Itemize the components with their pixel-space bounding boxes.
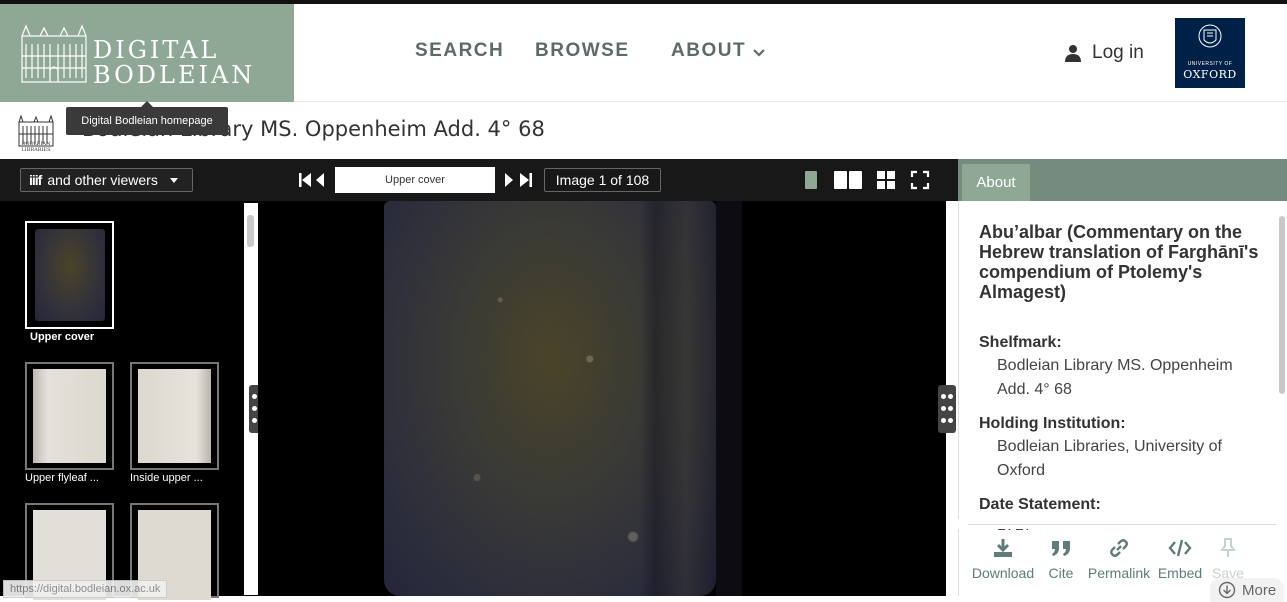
thumbnail-inside-upper[interactable] bbox=[130, 362, 219, 470]
permalink-label: Permalink bbox=[1087, 565, 1151, 581]
oxford-university-of: UNIVERSITY OF bbox=[1187, 61, 1233, 67]
cite-button[interactable]: Cite bbox=[1043, 537, 1079, 581]
permalink-button[interactable]: Permalink bbox=[1085, 537, 1153, 581]
holding-institution-value: Bodleian Libraries, University of Oxford bbox=[997, 438, 1222, 479]
code-icon bbox=[1168, 539, 1192, 557]
save-button[interactable]: Save bbox=[1210, 537, 1246, 581]
bodleian-building-icon bbox=[21, 24, 87, 83]
quote-icon bbox=[1052, 541, 1070, 556]
thumbnail-upper-flyleaf[interactable] bbox=[25, 362, 114, 470]
logo-line-digital: DIGITAL bbox=[93, 36, 220, 64]
oxford-name: OXFORD bbox=[1183, 68, 1237, 81]
nav-search[interactable]: SEARCH bbox=[415, 40, 504, 62]
about-scrollbar-thumb[interactable] bbox=[1279, 216, 1285, 394]
link-icon bbox=[1110, 539, 1128, 557]
download-button[interactable]: Download bbox=[969, 537, 1037, 581]
two-page-view-icon[interactable] bbox=[833, 170, 865, 190]
thumbnail-label: Upper flyleaf ... bbox=[25, 472, 99, 484]
holding-institution-label: Holding Institution: bbox=[979, 415, 1126, 432]
download-label: Download bbox=[971, 565, 1035, 581]
more-label: More bbox=[1242, 581, 1277, 599]
app-root: DIGITAL BODLEIAN SEARCH BROWSE ABOUT Log… bbox=[0, 0, 1287, 602]
download-icon bbox=[994, 539, 1012, 557]
user-icon bbox=[1065, 45, 1081, 62]
login-link[interactable]: Log in bbox=[1064, 42, 1144, 64]
thumbnail-label: Inside upper ... bbox=[130, 472, 203, 484]
login-label: Log in bbox=[1092, 42, 1144, 63]
shelfmark-value: Bodleian Library MS. Oppenheim Add. 4° 6… bbox=[997, 357, 1233, 398]
viewer-menu-button[interactable]: iiif and other viewers bbox=[20, 168, 193, 192]
date-statement-label: Date Statement: bbox=[979, 496, 1101, 513]
caret-down-icon bbox=[169, 177, 178, 183]
pin-icon bbox=[1220, 538, 1236, 557]
bodleian-libraries-logo-text: BODLEIAN LIBRARIES bbox=[21, 141, 51, 153]
thumbnail-upper-cover[interactable] bbox=[25, 221, 114, 329]
last-page-icon[interactable] bbox=[517, 171, 533, 189]
viewer-menu-label: and other viewers bbox=[47, 172, 158, 188]
first-page-icon[interactable] bbox=[298, 171, 314, 189]
iiif-icon: iiif bbox=[29, 172, 42, 188]
nav-browse[interactable]: BROWSE bbox=[535, 40, 630, 62]
tab-about[interactable]: About bbox=[962, 164, 1030, 201]
thumbnail-label: Upper cover bbox=[30, 331, 95, 343]
single-page-view-icon[interactable] bbox=[801, 170, 821, 190]
manuscript-image-edge bbox=[716, 201, 742, 596]
item-title: Abu’albar (Commentary on the Hebrew tran… bbox=[979, 222, 1259, 302]
next-page-icon[interactable] bbox=[501, 171, 517, 189]
chevron-down-icon[interactable] bbox=[752, 46, 766, 60]
right-panel-resize-handle[interactable] bbox=[938, 385, 956, 433]
fullscreen-icon[interactable] bbox=[910, 170, 930, 190]
page-label-input[interactable] bbox=[335, 167, 495, 193]
manuscript-image-shade bbox=[640, 201, 716, 596]
arrow-down-circle-icon bbox=[1218, 581, 1236, 599]
header-divider bbox=[294, 101, 1287, 102]
logo-wordmark: DIGITAL BODLEIAN bbox=[93, 38, 255, 88]
previous-page-icon[interactable] bbox=[313, 171, 329, 189]
homepage-tooltip: Digital Bodleian homepage bbox=[66, 107, 228, 135]
nav-about[interactable]: ABOUT bbox=[671, 40, 746, 62]
embed-label: Embed bbox=[1157, 565, 1203, 581]
logo-line-bodleian: BODLEIAN bbox=[93, 61, 256, 89]
gallery-view-icon[interactable] bbox=[876, 170, 896, 190]
status-bar-url: https://digital.bodleian.ox.ac.uk bbox=[3, 580, 168, 598]
university-of-oxford-logo[interactable]: UNIVERSITY OF OXFORD bbox=[1175, 18, 1245, 88]
cite-label: Cite bbox=[1048, 565, 1074, 581]
actions-divider bbox=[968, 524, 1276, 525]
image-count: Image 1 of 108 bbox=[544, 168, 661, 192]
embed-button[interactable]: Embed bbox=[1156, 537, 1204, 581]
thumbnail-scrollbar-thumb[interactable] bbox=[247, 215, 254, 247]
oxford-crest-icon bbox=[1198, 24, 1222, 48]
shelfmark-label: Shelfmark: bbox=[979, 334, 1062, 351]
digital-bodleian-logo[interactable]: DIGITAL BODLEIAN bbox=[0, 4, 294, 102]
more-button[interactable]: More bbox=[1210, 578, 1285, 602]
